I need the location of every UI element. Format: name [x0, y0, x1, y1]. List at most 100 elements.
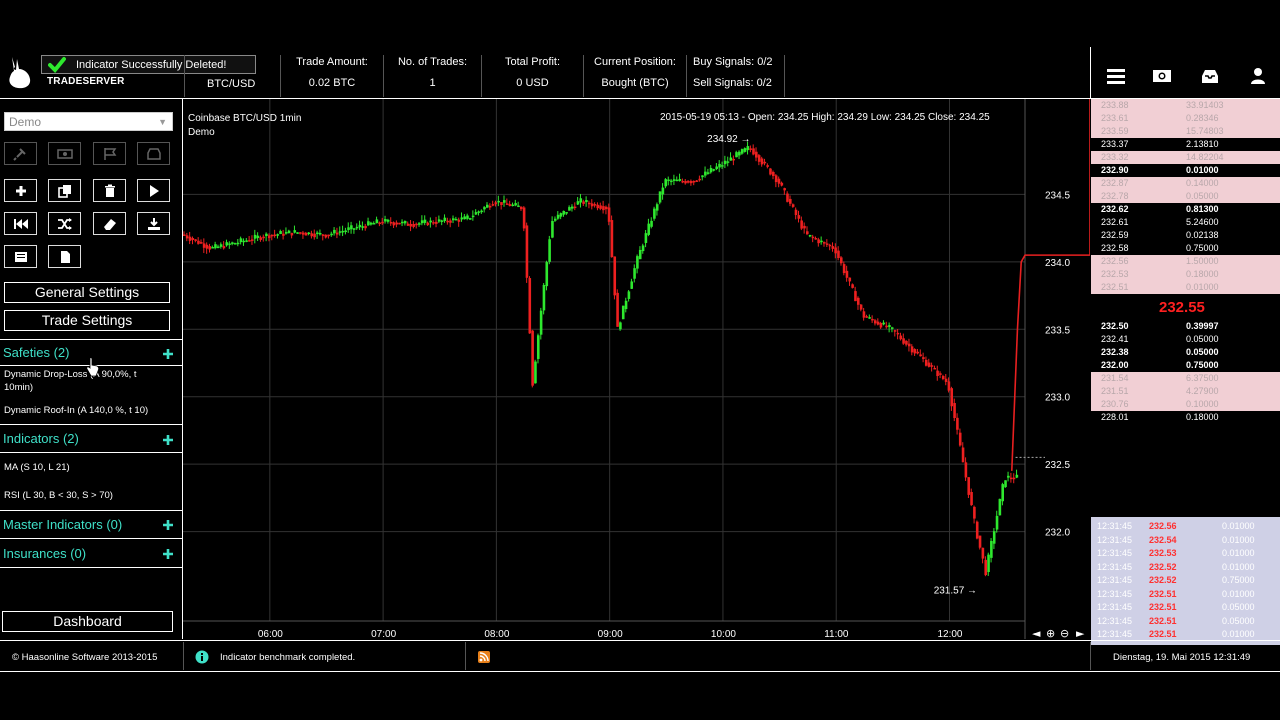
money-button[interactable] — [48, 142, 81, 165]
candle-body — [712, 169, 716, 171]
footer: © Haasonline Software 2013-2015 Indicato… — [0, 640, 1280, 672]
eraser-button[interactable] — [93, 212, 126, 235]
candle-body — [556, 214, 560, 219]
safety-item[interactable]: Dynamic Drop-Loss (A 90,0%, t 10min) — [4, 368, 154, 394]
candle-body — [678, 179, 682, 181]
master-indicators-title[interactable]: Master Indicators (0) — [3, 517, 122, 532]
candle-body — [330, 233, 333, 236]
add-safety-icon[interactable] — [162, 348, 174, 360]
nav-right-icon[interactable]: ► — [1076, 627, 1085, 639]
candle-body — [369, 222, 373, 225]
dashboard-button[interactable]: Dashboard — [2, 611, 173, 632]
trade-price: 232.52 — [1149, 561, 1177, 572]
order-book: 233.88 33.91403 233.61 0.28346 233.59 15.7480… — [1091, 99, 1280, 645]
menu-icon[interactable] — [1106, 67, 1126, 85]
candle-body — [412, 224, 415, 227]
safeties-title[interactable]: Safeties (2) — [3, 345, 69, 360]
candle-body — [573, 206, 577, 209]
chevron-down-icon: ▼ — [158, 117, 167, 127]
safety-item[interactable]: Dynamic Roof-In (A 140,0 %, t 10) — [4, 404, 148, 417]
candle-body — [423, 219, 427, 223]
candle-body — [502, 200, 506, 203]
candle-body — [789, 198, 792, 204]
y-axis: 234.5 234.0 233.5 233.0 232.5 232.0 — [1045, 190, 1070, 538]
candle-body — [964, 462, 968, 478]
copy-button[interactable] — [48, 179, 81, 202]
delete-button[interactable] — [93, 179, 126, 202]
play-button[interactable] — [137, 179, 170, 202]
chart-nav-controls[interactable]: ◄ ⊕ ⊖ ► — [1032, 627, 1085, 639]
zoom-in-icon[interactable]: ⊕ — [1046, 627, 1055, 639]
user-icon[interactable] — [1248, 67, 1268, 85]
candle-body — [225, 242, 229, 246]
order-price: 233.61 — [1101, 113, 1129, 123]
add-master-indicator-icon[interactable] — [162, 519, 174, 531]
chart-canvas[interactable]: 234.92 → 231.57 → 234.5 234.0 233.5 233.0 232… — [183, 99, 1090, 639]
candle-body — [282, 233, 285, 236]
candle-body — [372, 223, 376, 225]
order-price: 232.87 — [1101, 178, 1129, 188]
candle-body — [956, 417, 959, 430]
skip-back-icon — [13, 218, 28, 229]
inbox-icon[interactable] — [1200, 67, 1220, 85]
money-icon[interactable] — [1152, 67, 1172, 85]
order-price: 232.90 — [1101, 165, 1129, 175]
document-button[interactable] — [48, 245, 81, 268]
add-insurance-icon[interactable] — [162, 548, 174, 560]
candle-body — [873, 320, 877, 324]
order-book-row: 231.54 6.37500 — [1091, 372, 1280, 385]
candle-body — [633, 268, 636, 279]
order-book-row: 232.51 0.01000 — [1091, 281, 1280, 294]
download-button[interactable] — [137, 212, 170, 235]
inbox-button[interactable] — [137, 142, 170, 165]
general-settings-button[interactable]: General Settings — [4, 282, 170, 303]
candle-body — [672, 179, 676, 181]
trade-price: 232.52 — [1149, 575, 1177, 585]
candle-body — [718, 163, 721, 168]
candle-body — [548, 239, 551, 262]
candle-body — [845, 270, 849, 278]
candle-body — [704, 171, 707, 176]
inbox-icon — [146, 147, 161, 160]
indicator-item[interactable]: RSI (L 30, B < 30, S > 70) — [4, 489, 113, 502]
add-button[interactable] — [4, 179, 37, 202]
mode-select[interactable]: Demo ▼ — [4, 112, 173, 131]
indicator-item[interactable]: MA (S 10, L 21) — [4, 461, 70, 474]
candle-body — [893, 330, 897, 332]
candle-body — [664, 179, 668, 187]
nav-left-icon[interactable]: ◄ — [1032, 627, 1041, 639]
candle-body — [811, 236, 815, 239]
signal-line — [1010, 99, 1090, 471]
order-quantity: 1.50000 — [1186, 256, 1219, 266]
candle-body — [661, 187, 665, 195]
candle-body — [460, 217, 464, 220]
plug-button[interactable] — [4, 142, 37, 165]
add-indicator-icon[interactable] — [162, 434, 174, 446]
candle-body — [814, 238, 818, 240]
candle-body — [950, 388, 954, 407]
candle-body — [491, 204, 495, 206]
rss-icon[interactable] — [478, 651, 490, 663]
order-book-row: 232.56 1.50000 — [1091, 255, 1280, 268]
order-book-row: 233.61 0.28346 — [1091, 112, 1280, 125]
candle-body — [740, 149, 744, 154]
price-chart[interactable]: 234.92 → 231.57 → 234.5 234.0 233.5 233.0 232… — [183, 99, 1090, 639]
candle-body — [437, 219, 441, 222]
zoom-out-icon[interactable]: ⊖ — [1060, 627, 1069, 639]
list-button[interactable] — [4, 245, 37, 268]
candles: 234.92 → 231.57 → — [183, 99, 1090, 597]
divider — [0, 567, 183, 568]
trade-amount-stat: Trade Amount: 0.02 BTC — [280, 55, 383, 97]
insurances-title[interactable]: Insurances (0) — [3, 546, 86, 561]
candle-body — [531, 330, 534, 386]
candle-body — [211, 246, 214, 249]
candle-body — [888, 325, 891, 328]
candle-body — [871, 318, 874, 321]
trade-price: 232.51 — [1149, 629, 1177, 639]
indicators-title[interactable]: Indicators (2) — [3, 431, 79, 446]
trade-settings-button[interactable]: Trade Settings — [4, 310, 170, 331]
candle-body — [208, 246, 212, 250]
shuffle-button[interactable] — [48, 212, 81, 235]
rewind-button[interactable] — [4, 212, 37, 235]
flag-button[interactable] — [93, 142, 126, 165]
